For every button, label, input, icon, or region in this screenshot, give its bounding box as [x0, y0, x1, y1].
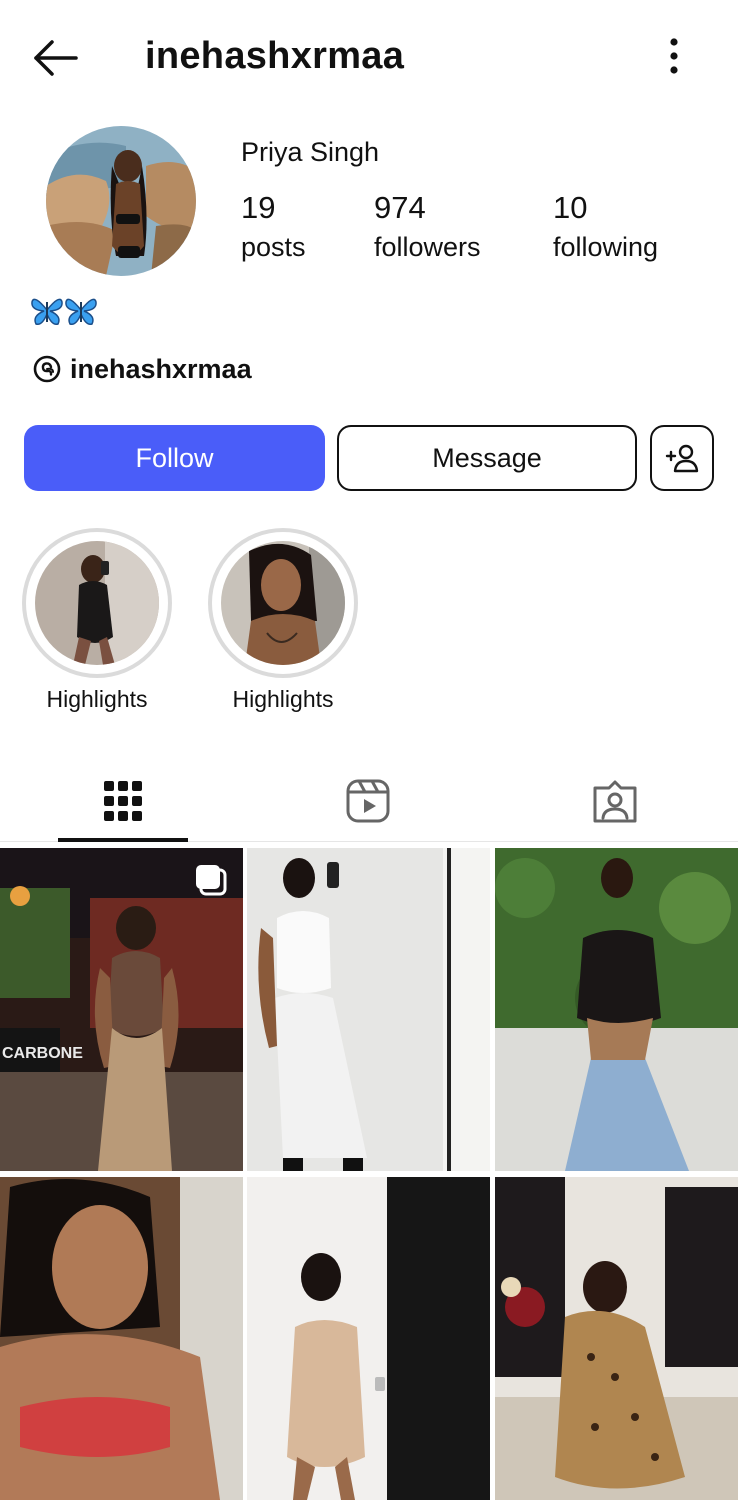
threads-link[interactable]: inehashxrmaa	[32, 350, 252, 388]
sign-text: CARBONE	[2, 1045, 83, 1062]
back-button[interactable]	[26, 34, 86, 82]
tagged-icon	[593, 780, 637, 823]
active-tab-indicator	[58, 838, 188, 842]
follow-button[interactable]: Follow	[24, 425, 325, 491]
highlight-cover	[221, 541, 345, 665]
profile-header: inehashxrmaa	[0, 0, 738, 112]
post-thumbnail[interactable]: CARBONE	[0, 848, 243, 1171]
followers-label: followers	[374, 232, 481, 262]
post-thumbnail[interactable]	[495, 1177, 738, 1500]
grid-icon	[104, 781, 142, 821]
message-button[interactable]: Message	[337, 425, 637, 491]
posts-label: posts	[241, 232, 306, 262]
highlight-label: Highlights	[232, 686, 334, 712]
multiple-photos-icon	[196, 865, 227, 896]
post-image	[495, 848, 738, 1171]
highlight-ring	[22, 528, 172, 678]
avatar-image	[46, 126, 196, 276]
stat-following[interactable]: 10 following	[553, 190, 658, 264]
tab-reels[interactable]	[306, 760, 430, 842]
add-user-icon	[665, 444, 699, 473]
more-options-button[interactable]	[654, 34, 694, 80]
post-image	[0, 1177, 243, 1500]
page-title: inehashxrmaa	[145, 35, 405, 77]
post-image	[247, 848, 490, 1171]
following-label: following	[553, 232, 659, 262]
bio-emoji	[30, 292, 110, 328]
highlight-ring	[208, 528, 358, 678]
highlight-cover	[35, 541, 159, 665]
stat-posts: 19 posts	[241, 190, 306, 264]
tab-tagged[interactable]	[552, 760, 678, 842]
arrow-left-icon	[34, 40, 78, 76]
highlight-item[interactable]: Highlights	[21, 528, 173, 714]
highlight-label: Highlights	[46, 686, 148, 712]
post-image	[247, 1177, 490, 1500]
post-thumbnail[interactable]	[495, 848, 738, 1171]
more-vertical-icon	[670, 38, 678, 74]
profile-tabs	[0, 760, 738, 842]
post-thumbnail[interactable]	[247, 848, 490, 1171]
stat-followers[interactable]: 974 followers	[374, 190, 481, 264]
butterfly-icon	[31, 298, 97, 326]
reels-icon	[346, 779, 390, 823]
following-count: 10	[553, 190, 588, 225]
tab-posts-grid[interactable]	[58, 760, 188, 842]
post-thumbnail[interactable]	[247, 1177, 490, 1500]
threads-handle: inehashxrmaa	[70, 354, 252, 384]
posts-grid: CARBONE	[0, 848, 738, 1500]
posts-count: 19	[241, 190, 276, 225]
profile-avatar[interactable]	[46, 126, 196, 276]
display-name: Priya Singh	[241, 137, 380, 167]
post-thumbnail[interactable]	[0, 1177, 243, 1500]
post-image	[495, 1177, 738, 1500]
suggested-users-button[interactable]	[650, 425, 714, 491]
threads-icon	[33, 355, 61, 383]
followers-count: 974	[374, 190, 426, 225]
highlight-item[interactable]: Highlights	[207, 528, 359, 714]
